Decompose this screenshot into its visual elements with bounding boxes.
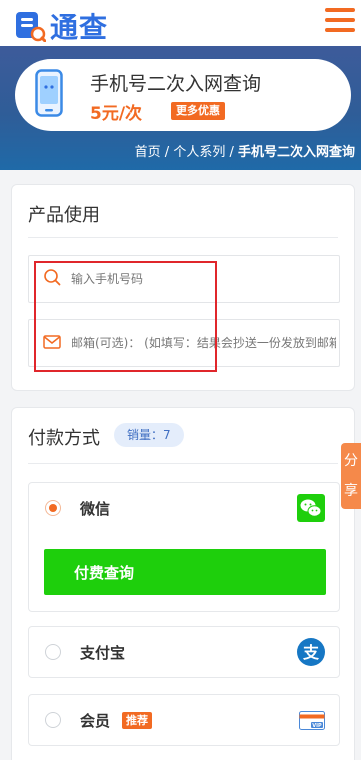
wechat-icon <box>297 494 325 526</box>
product-title: 手机号二次入网查询 <box>90 73 262 95</box>
breadcrumb-current: 手机号二次入网查询 <box>237 145 355 160</box>
pay-query-button[interactable]: 付费查询 <box>44 549 326 595</box>
payment-option-label: 微信 <box>80 500 111 518</box>
vip-radio[interactable] <box>45 712 61 728</box>
breadcrumb: 首页 / 个人系列 / 手机号二次入网查询 <box>135 141 355 160</box>
breadcrumb-separator: / <box>225 145 238 160</box>
breadcrumb-home[interactable]: 首页 <box>135 145 161 160</box>
vip-card-icon: VIP <box>299 711 325 734</box>
wechat-radio[interactable] <box>45 500 61 516</box>
svg-text:VIP: VIP <box>312 723 322 729</box>
product-price: 5元/次 <box>90 104 143 124</box>
logo-mark-icon <box>14 10 47 43</box>
mobile-phone-icon <box>35 69 63 117</box>
highlight-annotation-box <box>34 261 217 372</box>
payment-option-alipay[interactable]: 支付宝 支 <box>28 626 340 678</box>
breadcrumb-personal-series[interactable]: 个人系列 <box>173 145 225 160</box>
panel-divider <box>28 237 338 238</box>
breadcrumb-separator: / <box>160 145 174 160</box>
logo-text: 通查 <box>50 11 109 44</box>
usage-panel: 产品使用 <box>11 184 355 391</box>
share-tab[interactable]: 分 享 <box>341 443 361 509</box>
recommended-badge: 推荐 <box>122 712 152 729</box>
top-bar: 通查 <box>0 0 361 46</box>
payment-option-vip[interactable]: 会员 推荐 VIP <box>28 694 340 746</box>
svg-text:支: 支 <box>302 643 320 662</box>
more-discounts-badge[interactable]: 更多优惠 <box>171 102 225 120</box>
payment-option-label: 会员 <box>80 712 111 730</box>
payment-option-wechat[interactable]: 微信 付费查询 <box>28 482 340 612</box>
product-card: 手机号二次入网查询 5元/次 更多优惠 <box>15 59 351 131</box>
share-tab-line: 享 <box>344 483 358 499</box>
logo[interactable]: 通查 <box>14 6 108 46</box>
sales-count-badge: 销量：7 <box>114 423 184 447</box>
panel-divider <box>28 463 338 464</box>
alipay-radio[interactable] <box>45 644 61 660</box>
product-banner: 手机号二次入网查询 5元/次 更多优惠 首页 / 个人系列 / 手机号二次入网查… <box>0 46 361 170</box>
alipay-icon: 支 <box>297 638 325 670</box>
payment-panel: 付款方式 销量：7 微信 付费查询 支付宝 支 会员 推荐 VIP <box>11 407 355 760</box>
share-tab-line: 分 <box>344 453 358 469</box>
payment-panel-title: 付款方式 <box>28 428 100 449</box>
hamburger-menu-icon[interactable] <box>325 6 355 34</box>
payment-option-label: 支付宝 <box>80 644 126 662</box>
usage-panel-title: 产品使用 <box>28 205 100 226</box>
